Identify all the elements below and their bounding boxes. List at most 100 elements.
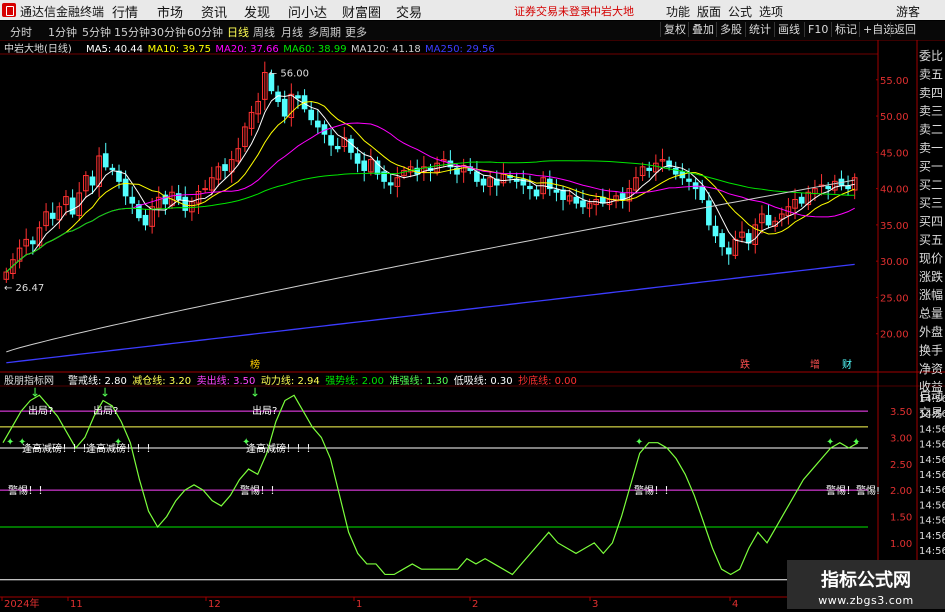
legend-ma10: MA10: 39.75	[148, 44, 211, 55]
menu-item-quotes[interactable]: 行情	[112, 2, 138, 21]
menu-item-ask[interactable]: 问小达	[288, 2, 327, 21]
site-watermark: 指标公式网 www.zbgs3.com	[787, 560, 945, 609]
price-tick-label: 45.00	[880, 148, 909, 159]
stock-name-title: 中岩大地	[590, 5, 634, 18]
side-panel-item: 买四	[919, 215, 943, 229]
event-marker: 榜	[250, 358, 260, 371]
candle-body	[281, 98, 288, 117]
ma120-line	[6, 179, 855, 353]
candle-body	[672, 167, 679, 175]
period-weekly[interactable]: 周线	[253, 24, 275, 40]
indicator-tick-label: 2.50	[890, 460, 912, 471]
candle-body	[725, 247, 732, 255]
candle-body	[49, 212, 56, 219]
tool-f10[interactable]: F10	[804, 22, 831, 37]
side-panel-trade-item: 自动	[919, 389, 943, 403]
time-tick-label: 14:56	[919, 455, 945, 466]
ma10-line	[5, 101, 855, 273]
candle-body	[295, 95, 301, 99]
exit-warning-label: 出局?	[252, 404, 277, 417]
menu-item-discover[interactable]: 发现	[244, 2, 270, 21]
reduce-position-label: 逢高减磅！！！	[22, 442, 92, 455]
tool-multi-stock[interactable]: 多股	[716, 22, 745, 37]
side-panel-item: 委比	[919, 49, 943, 63]
price-tick-label: 30.00	[880, 257, 909, 268]
tool-overlay[interactable]: 叠加	[688, 22, 717, 37]
menu-item-market[interactable]: 市场	[157, 2, 183, 21]
chart-svg[interactable]: 中岩大地(日线) MA5: 40.44 MA10: 39.75 MA20: 37.66…	[0, 40, 945, 610]
menu-layout[interactable]: 版面	[697, 3, 721, 20]
x-axis-label: 2	[472, 599, 478, 609]
tool-mark[interactable]: 标记	[831, 22, 860, 37]
indicator-legend-item: 警戒线: 2.80	[68, 374, 127, 387]
period-minute-chart[interactable]: 分时	[10, 24, 32, 40]
high-price-label: ← 56.00	[269, 69, 309, 80]
x-axis-label: 2024年	[4, 597, 39, 609]
period-5min[interactable]: 5分钟	[82, 24, 111, 40]
candle-body	[69, 197, 76, 215]
alert-label: 警惕！警惕!	[826, 484, 880, 497]
watermark-title: 指标公式网	[821, 570, 911, 591]
candle-body	[109, 167, 116, 171]
chart-area[interactable]: 中岩大地(日线) MA5: 40.44 MA10: 39.75 MA20: 37.66…	[0, 40, 945, 610]
low-price-label: ← 26.47	[4, 283, 44, 294]
side-panel-item: 换手	[919, 343, 943, 357]
main-chart-title: 中岩大地(日线)	[4, 42, 72, 55]
menu-formula[interactable]: 公式	[728, 3, 752, 20]
period-1min[interactable]: 1分钟	[48, 24, 77, 40]
momentum-line	[2, 394, 859, 576]
candle-body	[328, 135, 334, 146]
side-panel-item: 现价	[919, 251, 943, 265]
period-60min[interactable]: 60分钟	[187, 24, 223, 40]
app-logo-icon	[2, 3, 16, 17]
menu-item-trade[interactable]: 交易	[396, 2, 422, 21]
tool-back[interactable]: 返回	[890, 22, 919, 37]
candle-body	[560, 189, 566, 200]
candle-body	[334, 146, 341, 150]
candle-body	[89, 176, 96, 186]
menu-item-wealth[interactable]: 财富圈	[342, 2, 381, 21]
period-daily[interactable]: 日线	[227, 24, 249, 40]
candle-body	[142, 214, 149, 226]
user-label[interactable]: 游客	[896, 3, 920, 20]
side-panel-item: 总量	[919, 307, 943, 321]
time-tick-label: 14:56	[919, 424, 945, 435]
candle-body	[573, 196, 580, 204]
side-panel-trade-item: 交易	[919, 405, 943, 420]
event-marker: 财	[842, 358, 852, 371]
tool-adjust[interactable]: 复权	[660, 22, 689, 37]
candle-body	[387, 182, 394, 186]
indicator-tick-label: 1.00	[890, 539, 912, 550]
side-panel-item: 涨幅	[919, 287, 943, 302]
side-panel-item: 净资	[919, 362, 943, 376]
candle-body	[182, 196, 189, 211]
legend-ma20: MA20: 37.66	[215, 44, 278, 55]
side-panel-item: 外盘	[919, 324, 943, 339]
indicator-tick-label: 3.50	[890, 407, 912, 418]
period-15min[interactable]: 15分钟	[114, 24, 150, 40]
candle-body	[765, 214, 772, 226]
candle-body	[553, 189, 560, 193]
candle-body	[30, 240, 36, 245]
candle-body	[122, 178, 129, 197]
side-panel-item: 买一	[919, 159, 943, 173]
menu-item-news[interactable]: 资讯	[201, 2, 227, 21]
menu-options[interactable]: 选项	[759, 3, 783, 20]
period-more[interactable]: 更多	[345, 24, 367, 40]
login-notice[interactable]: 证券交易未登录	[514, 3, 591, 19]
tool-draw[interactable]: 画线	[774, 22, 803, 37]
tool-stats[interactable]: 统计	[745, 22, 774, 37]
ma5-line	[5, 94, 855, 273]
period-multi[interactable]: 多周期	[308, 24, 341, 40]
signal-star-icon: ✦	[6, 437, 14, 448]
candle-body	[361, 160, 368, 171]
menu-function[interactable]: 功能	[666, 3, 690, 20]
candle-body	[175, 193, 182, 200]
candle-body	[719, 233, 725, 248]
side-panel-item: 买二	[919, 178, 943, 192]
signal-star-icon: ✦	[18, 437, 26, 448]
side-panel-item: 卖五	[919, 67, 943, 81]
menu-bar: 通达信金融终端 行情 市场 资讯 发现 问小达 财富圈 交易 证券交易未登录 中…	[0, 0, 945, 21]
period-30min[interactable]: 30分钟	[150, 24, 186, 40]
period-monthly[interactable]: 月线	[281, 24, 303, 40]
